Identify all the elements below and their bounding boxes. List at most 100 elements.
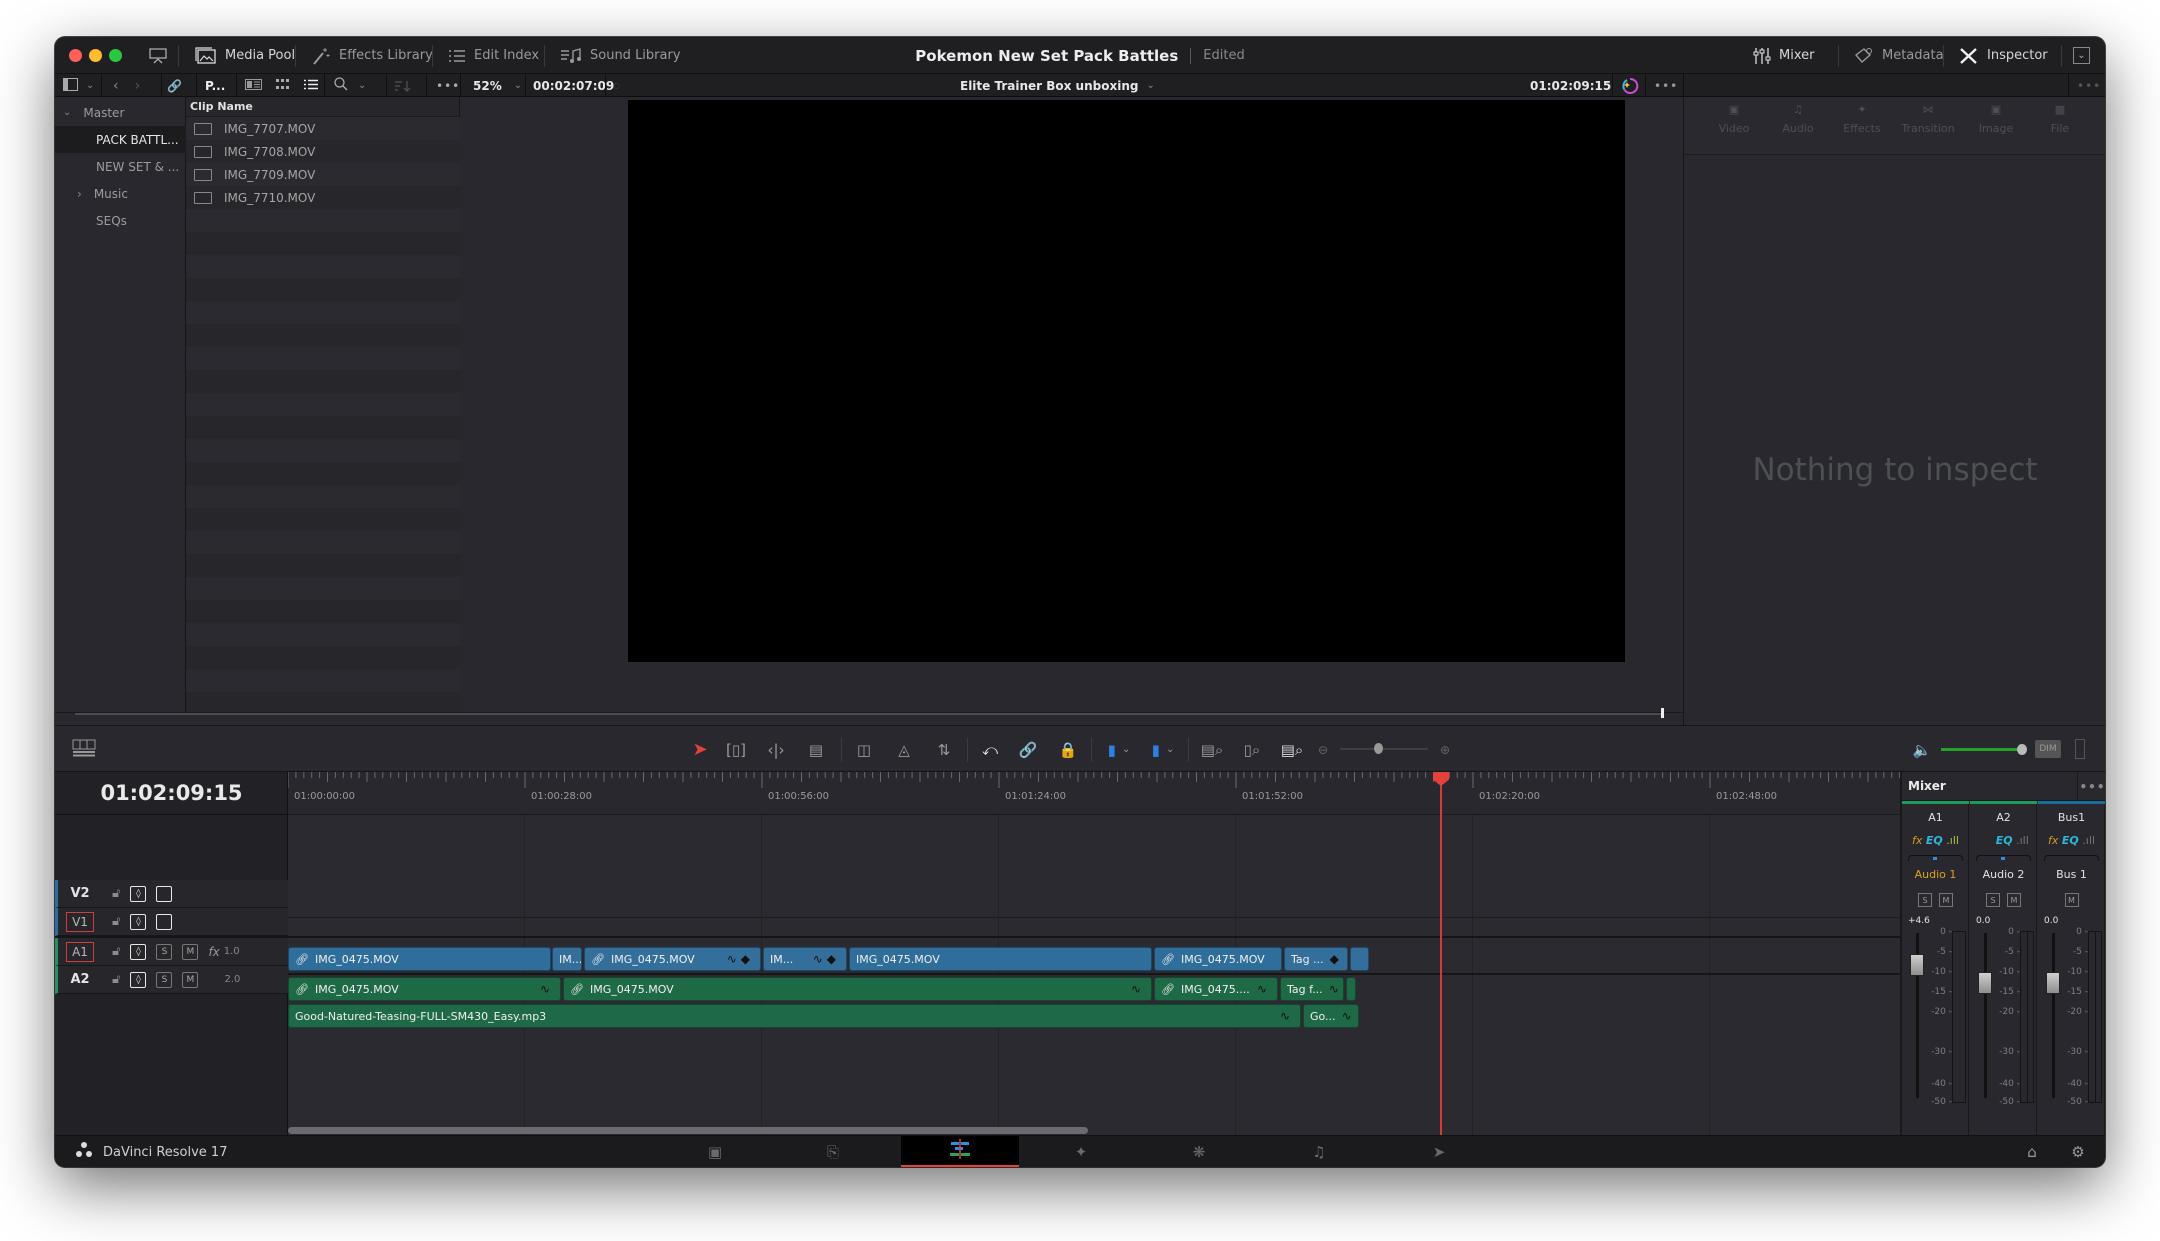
mute-button[interactable]: M [182, 971, 199, 988]
bin-new-set[interactable]: NEW SET & ... [55, 153, 186, 180]
back-icon[interactable]: ‹ [113, 78, 119, 94]
replace-clip-button[interactable]: ⇅ [929, 726, 959, 773]
metadata-view-icon[interactable] [245, 78, 262, 93]
fader-track[interactable] [1984, 933, 1987, 1098]
metadata-tab[interactable]: Metadata [1844, 37, 1954, 74]
overwrite-clip-button[interactable]: ◬ [889, 726, 919, 773]
list-view-icon[interactable] [304, 79, 318, 93]
page-color[interactable]: ❋ [1141, 1136, 1257, 1167]
zoom-in-button[interactable]: ⊕ [1435, 726, 1455, 773]
inspector-tab-effects[interactable]: ✦ Effects [1830, 103, 1894, 149]
lock-icon[interactable]: 🔓︎ [112, 972, 120, 987]
project-settings-button[interactable]: ⚙ [2063, 1136, 2093, 1167]
solo-button[interactable]: S [1918, 893, 1932, 907]
bin-music[interactable]: › Music [55, 180, 186, 207]
page-edit[interactable] [901, 1136, 1019, 1167]
marker-button[interactable]: ▮ ⌄ [1143, 726, 1183, 773]
audio-clip[interactable]: Go... ∿ [1303, 1004, 1359, 1028]
minimize-window-button[interactable] [89, 49, 102, 62]
inspector-tab-video[interactable]: ▣ Video [1702, 103, 1766, 149]
viewer-options-button[interactable]: ••• [1654, 74, 1678, 97]
audio-clip[interactable]: Tag f... ∿ [1280, 977, 1344, 1001]
viewer-scrubber[interactable] [75, 713, 1663, 715]
track-visibility-button[interactable] [156, 885, 173, 902]
project-manager-button[interactable]: ⌂ [2017, 1136, 2047, 1167]
pan-control[interactable] [1908, 855, 1963, 861]
timeline-timecode[interactable]: 01:02:09:15 [55, 772, 288, 815]
clip-item[interactable]: IMG_7707.MOV [186, 117, 460, 140]
auto-select-button[interactable]: ◊ [130, 913, 147, 930]
page-fusion[interactable]: ✦ [1023, 1136, 1139, 1167]
inspector-options-button[interactable]: ••• [2077, 74, 2101, 97]
timeline-view-options-button[interactable] [69, 726, 99, 773]
zoom-custom-button[interactable]: ▤⌕ [1275, 726, 1309, 773]
video-clip[interactable]: IM... [552, 947, 582, 971]
column-header-clip-name[interactable]: Clip Name [186, 97, 460, 117]
audio-clip[interactable]: 🔗︎ IMG_0475.MOV ∿ [288, 977, 561, 1001]
clip-item[interactable]: IMG_7709.MOV [186, 163, 460, 186]
page-deliver[interactable]: ➤ [1381, 1136, 1497, 1167]
channel-effects[interactable]: fx EQ .ıll [1902, 834, 1969, 847]
lock-icon[interactable]: 🔓︎ [112, 886, 120, 901]
zoom-window-button[interactable] [109, 49, 122, 62]
auto-select-button[interactable]: ◊ [130, 885, 147, 902]
lock-icon[interactable]: 🔓︎ [112, 914, 120, 929]
zoom-detail-button[interactable]: ▯⌕ [1235, 726, 1269, 773]
snapping-button[interactable]: ⤺ [975, 726, 1005, 773]
zoom-full-extent-button[interactable]: ▤⌕ [1195, 726, 1229, 773]
fader-track[interactable] [2052, 933, 2055, 1098]
video-clip[interactable]: 🔗︎ IMG_0475.MOV [288, 947, 551, 971]
audio-clip[interactable]: Good-Natured-Teasing-FULL-SM430_Easy.mp3… [288, 1004, 1301, 1028]
bin-pack-battles[interactable]: PACK BATTL... [55, 126, 186, 153]
zoom-slider-handle[interactable] [1374, 743, 1383, 754]
blade-edit-mode-button[interactable]: ▤ [801, 726, 831, 773]
track-name[interactable]: V1 [66, 911, 94, 932]
solo-button[interactable]: S [156, 943, 173, 960]
solo-button[interactable]: S [156, 971, 173, 988]
inspector-tab-image[interactable]: ▣ Image [1964, 103, 2028, 149]
inspector-tab-transition[interactable]: ⋈ Transition [1896, 103, 1960, 149]
mute-button[interactable]: M [2007, 893, 2021, 907]
bin-seqs[interactable]: SEQs [55, 207, 186, 234]
workspace-options-button[interactable]: ⌄ [2073, 47, 2090, 64]
timeline-ruler[interactable]: 01:00:00:00 01:00:28:00 01:00:56:00 01:0… [288, 772, 1950, 815]
audio-clip[interactable]: 🔗︎ IMG_0475.... ∿ [1154, 977, 1278, 1001]
audio-clip[interactable] [1346, 977, 1356, 1001]
media-pool-options-button[interactable]: ••• [436, 74, 460, 97]
monitor-volume-slider[interactable] [1941, 748, 2021, 751]
audio-clip[interactable]: 🔗︎ IMG_0475.MOV ∿ [563, 977, 1152, 1001]
track-name[interactable]: A1 [66, 941, 94, 962]
effects-library-tab[interactable]: Effects Library [301, 37, 443, 74]
sort-icon[interactable] [395, 74, 411, 97]
flag-button[interactable]: ▮ ⌄ [1099, 726, 1139, 773]
selection-mode-button[interactable]: ➤ [685, 726, 715, 773]
trim-edit-mode-button[interactable]: [▯] [721, 726, 751, 773]
linked-selection-button[interactable]: 🔗 [1013, 726, 1043, 773]
lock-icon[interactable]: 🔓︎ [112, 944, 120, 959]
forward-icon[interactable]: › [135, 78, 141, 94]
position-lock-button[interactable]: 🔒 [1053, 726, 1083, 773]
pan-control[interactable] [1976, 855, 2031, 861]
search-button[interactable]: ⌄ [334, 74, 366, 97]
video-clip[interactable] [1350, 947, 1369, 971]
mute-button[interactable]: M [182, 943, 199, 960]
volume-slider-handle[interactable] [2017, 744, 2027, 755]
zoom-slider[interactable] [1340, 748, 1428, 750]
toggle-bins-button[interactable]: ⌄ [63, 74, 94, 97]
timeline-tracks[interactable]: 🔗︎ IMG_0475.MOV IM... 🔗︎ IMG_0475.MOV ∿◆ IM… [288, 815, 1950, 1135]
clip-item[interactable]: IMG_7710.MOV [186, 186, 460, 209]
bin-master[interactable]: ⌄ Master [55, 99, 186, 126]
playhead-line[interactable] [1440, 772, 1442, 1135]
current-bin-path[interactable]: P... [205, 74, 225, 97]
sound-library-tab[interactable]: Sound Library [550, 37, 691, 74]
auto-select-button[interactable]: ◊ [130, 971, 147, 988]
track-visibility-button[interactable] [156, 913, 173, 930]
insert-clip-button[interactable]: ◫ [849, 726, 879, 773]
timeline-horizontal-scrollbar[interactable] [288, 1127, 1088, 1134]
fader-handle[interactable] [1910, 953, 1924, 976]
viewer-zoom-select[interactable]: 52% ⌄ [473, 74, 522, 97]
grid-view-icon[interactable] [276, 78, 290, 93]
unlink-icon[interactable]: 🔗 [167, 74, 182, 97]
mute-button[interactable]: M [1939, 893, 1953, 907]
fader-handle[interactable] [1978, 972, 1992, 994]
